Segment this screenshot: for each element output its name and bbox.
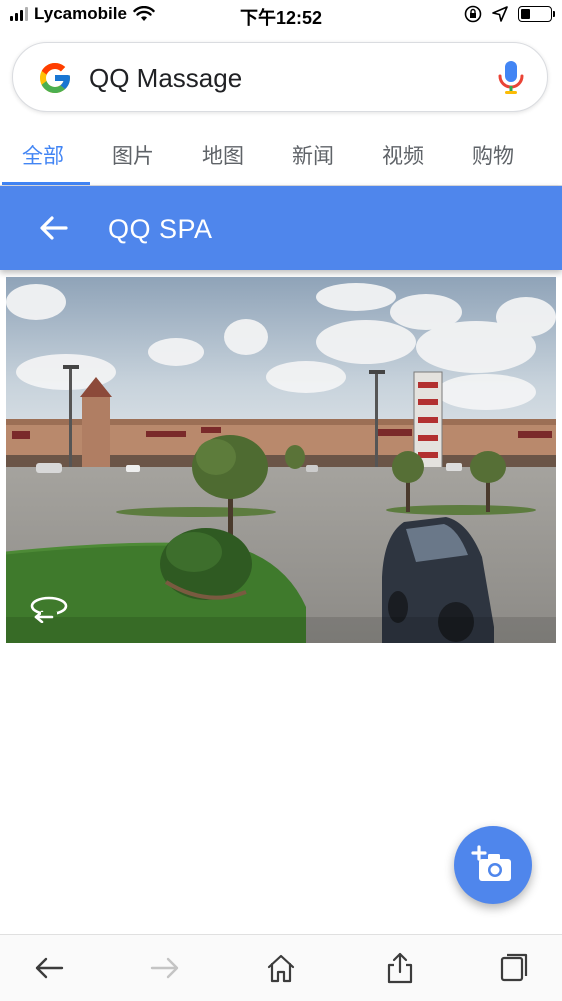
- place-header: QQ SPA: [0, 186, 562, 270]
- tab-images[interactable]: 图片: [112, 140, 154, 170]
- tabs-icon[interactable]: [497, 951, 531, 985]
- battery-fill: [521, 9, 530, 19]
- add-photo-button[interactable]: [454, 826, 532, 904]
- search-tabs: 全部 图片 地图 新闻 视频 购物: [0, 128, 562, 186]
- street-view-scene: [6, 277, 556, 643]
- forward-arrow-icon[interactable]: [148, 951, 182, 985]
- tab-maps[interactable]: 地图: [202, 140, 244, 170]
- tab-all[interactable]: 全部: [22, 140, 64, 170]
- rotate-360-icon[interactable]: [28, 595, 70, 623]
- tab-videos[interactable]: 视频: [382, 140, 424, 170]
- status-right: [464, 5, 555, 23]
- home-icon[interactable]: [264, 951, 298, 985]
- search-bar[interactable]: QQ Massage: [12, 42, 548, 112]
- street-view-image[interactable]: [6, 277, 556, 643]
- share-icon[interactable]: [383, 951, 417, 985]
- status-bar: Lycamobile 下午12:52: [0, 0, 562, 32]
- microphone-icon[interactable]: [497, 59, 525, 97]
- google-g-icon: [40, 63, 70, 93]
- browser-toolbar: [0, 934, 562, 1001]
- back-arrow-icon[interactable]: [38, 213, 70, 243]
- battery-icon: [518, 6, 555, 22]
- location-arrow-icon: [492, 6, 508, 22]
- tab-shopping[interactable]: 购物: [472, 140, 514, 170]
- search-input[interactable]: QQ Massage: [89, 63, 242, 94]
- tab-news[interactable]: 新闻: [292, 140, 334, 170]
- back-arrow-icon[interactable]: [32, 951, 66, 985]
- orientation-lock-icon: [464, 5, 482, 23]
- place-title: QQ SPA: [108, 214, 213, 244]
- add-photo-camera-icon: [471, 845, 511, 881]
